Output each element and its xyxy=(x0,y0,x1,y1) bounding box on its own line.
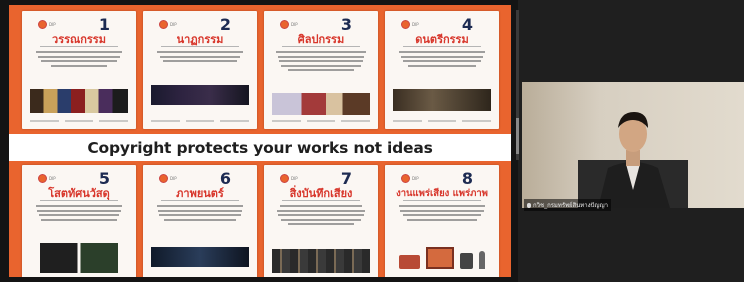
dip-logo-icon: DIP xyxy=(38,174,56,183)
card-number: 6 xyxy=(219,169,231,188)
presentation-slide: DIP 1 วรรณกรรม DIP 2 นาฏกรรม DIP 3 ศิลปก… xyxy=(9,5,511,277)
dancers-image xyxy=(151,85,249,105)
card-sound-recordings: DIP 7 สิ่งบันทึกเสียง xyxy=(264,165,378,277)
radio-tv-mic-image xyxy=(399,247,485,269)
card-number: 5 xyxy=(98,169,110,188)
card-musical-works: DIP 4 ดนตรีกรรม xyxy=(385,11,499,129)
share-scrollbar-thumb[interactable] xyxy=(516,118,519,154)
dip-logo-icon: DIP xyxy=(159,174,177,183)
cinema-image xyxy=(151,247,249,267)
card-number: 2 xyxy=(219,15,231,34)
orchestra-image xyxy=(393,89,491,111)
card-broadcasting-works: DIP 8 งานแพร่เสียง แพร่ภาพ xyxy=(385,165,499,277)
participant-video[interactable] xyxy=(522,82,744,208)
card-literary-works: DIP 1 วรรณกรรม xyxy=(22,11,136,129)
card-cinematographic-works: DIP 6 ภาพยนตร์ xyxy=(143,165,257,277)
card-number: 7 xyxy=(340,169,352,188)
card-description xyxy=(32,51,126,69)
slide-banner: Copyright protects your works not ideas xyxy=(9,134,511,161)
card-description xyxy=(395,51,489,69)
card-number: 8 xyxy=(461,169,473,188)
card-title: โสตทัศนวัสดุ xyxy=(48,187,110,200)
card-audiovisual-works: DIP 5 โสตทัศนวัสดุ xyxy=(22,165,136,277)
card-dramatic-works: DIP 2 นาฏกรรม xyxy=(143,11,257,129)
dip-logo-icon: DIP xyxy=(159,20,177,29)
card-description xyxy=(32,205,126,223)
screen-share-area: DIP 1 วรรณกรรม DIP 2 นาฏกรรม DIP 3 ศิลปก… xyxy=(0,0,518,282)
card-number: 1 xyxy=(98,15,110,34)
card-number: 3 xyxy=(340,15,352,34)
participant-avatar xyxy=(578,112,688,208)
card-title: สิ่งบันทึกเสียง xyxy=(289,187,353,200)
dip-logo-icon: DIP xyxy=(401,20,419,29)
card-description xyxy=(395,205,489,223)
vinyl-records-image xyxy=(272,249,370,273)
card-title: ภาพยนตร์ xyxy=(176,187,224,200)
dip-logo-icon: DIP xyxy=(280,20,298,29)
dip-logo-icon: DIP xyxy=(38,20,56,29)
card-title: งานแพร่เสียง แพร่ภาพ xyxy=(396,188,488,199)
microphone-icon xyxy=(527,202,531,208)
card-number: 4 xyxy=(461,15,473,34)
card-title: ดนตรีกรรม xyxy=(415,33,469,46)
card-title: วรรณกรรม xyxy=(52,33,106,46)
card-title: ศิลปกรรม xyxy=(297,33,345,46)
dip-logo-icon: DIP xyxy=(401,174,419,183)
participant-name: กวิช_กรมทรัพย์สินทางปัญญา xyxy=(533,202,608,209)
card-artistic-works: DIP 3 ศิลปกรรม xyxy=(264,11,378,129)
dvd-cases-image xyxy=(40,243,118,273)
card-description xyxy=(274,51,368,74)
card-description xyxy=(153,205,247,223)
card-title: นาฏกรรม xyxy=(176,33,224,46)
artworks-image xyxy=(272,93,370,115)
card-description xyxy=(274,205,368,228)
books-image xyxy=(30,89,128,113)
card-description xyxy=(153,51,247,65)
participant-name-tag: กวิช_กรมทรัพย์สินทางปัญญา xyxy=(524,199,611,211)
dip-logo-icon: DIP xyxy=(280,174,298,183)
